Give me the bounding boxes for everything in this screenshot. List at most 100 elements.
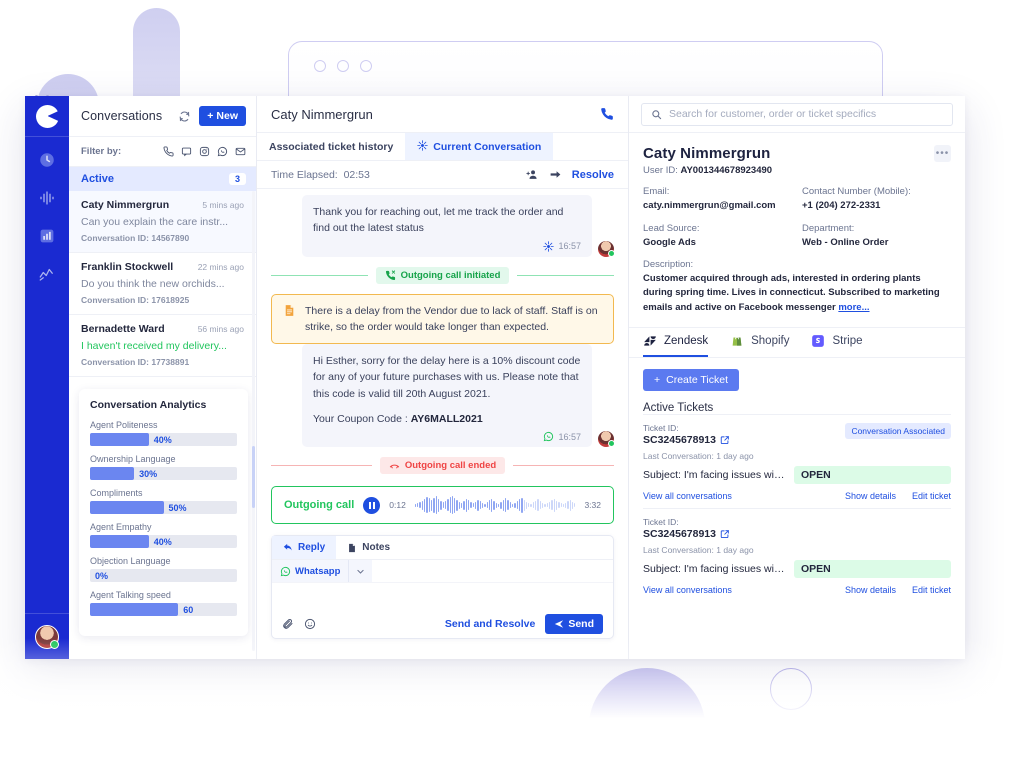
active-filter-row[interactable]: Active 3 [69, 167, 256, 191]
metric-bar: 60 [90, 603, 237, 616]
stripe-icon [811, 334, 825, 348]
list-item[interactable]: Caty Nimmergrun 5 mins ago Can you expla… [69, 191, 256, 253]
refresh-icon[interactable] [178, 110, 191, 123]
integration-label: Zendesk [664, 335, 709, 348]
channel-chip[interactable]: Whatsapp [272, 560, 350, 583]
phone-icon[interactable] [163, 146, 174, 157]
phone-icon[interactable] [600, 107, 614, 121]
bar-chart-icon[interactable] [36, 225, 58, 247]
chat-icon[interactable] [181, 146, 192, 157]
tab-reply[interactable]: Reply [272, 536, 337, 560]
conversation-name: Franklin Stockwell [81, 261, 174, 273]
description-text: Customer acquired through ads, intereste… [643, 272, 940, 313]
conversations-scrollbar[interactable] [252, 191, 255, 651]
tab-current-conversation[interactable]: Current Conversation [405, 133, 554, 160]
avatar [598, 240, 615, 257]
active-label: Active [81, 173, 115, 185]
mail-icon[interactable] [235, 146, 246, 157]
ticket-id-label: Ticket ID: [643, 516, 679, 527]
instagram-icon[interactable] [199, 146, 210, 157]
show-details-link[interactable]: Show details [845, 491, 896, 501]
show-details-link[interactable]: Show details [845, 585, 896, 595]
edit-ticket-link[interactable]: Edit ticket [912, 585, 951, 595]
channel-selector[interactable]: Whatsapp [272, 560, 613, 584]
analytics-metric: Objection Language 0% [90, 556, 237, 582]
send-and-resolve-button[interactable]: Send and Resolve [326, 618, 535, 630]
whatsapp-icon[interactable] [217, 146, 228, 157]
chat-tabs: Associated ticket history Current Conver… [257, 133, 628, 161]
forward-arrow-icon[interactable] [549, 168, 562, 181]
chat-header: Caty Nimmergrun [257, 96, 628, 133]
list-item[interactable]: Franklin Stockwell 22 mins ago Do you th… [69, 253, 256, 315]
tab-associated-ticket-history[interactable]: Associated ticket history [257, 133, 405, 160]
tab-label: Associated ticket history [269, 140, 394, 153]
metric-bar: 40% [90, 433, 237, 446]
message-text: Hi Esther, sorry for the delay here is a… [313, 355, 581, 400]
send-button[interactable]: Send [545, 614, 603, 635]
message-composer: Reply Notes Whatsapp Send and Resolve Se… [271, 535, 614, 640]
whatsapp-icon: I haven't received my delivery... [81, 340, 227, 352]
ticket-card: Ticket ID: SC3245678913 Last Conversatio… [643, 507, 951, 602]
deco-dot [314, 60, 326, 72]
rail-user-avatar[interactable] [25, 613, 69, 659]
tab-stripe[interactable]: Stripe [811, 328, 863, 357]
call-recording-player[interactable]: Outgoing call 0:12 3:32 [271, 486, 614, 525]
message-input[interactable] [272, 583, 613, 610]
waveform[interactable] [414, 494, 576, 516]
conversation-time: 22 mins ago [197, 262, 244, 272]
create-ticket-label: Create Ticket [666, 373, 728, 386]
customer-panel: Search for customer, order or ticket spe… [629, 96, 965, 659]
more-options-icon[interactable]: ••• [934, 145, 951, 162]
metric-label: Ownership Language [90, 454, 176, 464]
resolve-button[interactable]: Resolve [572, 169, 614, 181]
tab-shopify[interactable]: Shopify [730, 328, 789, 357]
paperclip-icon[interactable] [282, 618, 294, 630]
zendesk-icon [643, 334, 657, 348]
player-current-time: 0:12 [389, 500, 406, 511]
waveform-icon[interactable] [36, 187, 58, 209]
brand-logo[interactable] [25, 96, 69, 137]
ticket-last-conversation: Last Conversation: 1 day ago [643, 544, 754, 555]
external-link-icon[interactable] [720, 435, 730, 445]
analytics-metric: Agent Empathy 40% [90, 522, 237, 548]
chat-customer-name: Caty Nimmergrun [271, 106, 373, 122]
new-conversation-button[interactable]: + New [199, 106, 246, 126]
deco-window-dots [314, 60, 372, 72]
chevron-down-icon[interactable] [349, 560, 373, 583]
call-ended-icon [389, 460, 400, 471]
emoji-icon[interactable] [304, 618, 316, 630]
external-link-icon[interactable] [720, 529, 730, 539]
coupon-line: Your Coupon Code : AY6MALL2021 [313, 411, 581, 427]
description-more-link[interactable]: more... [838, 302, 869, 313]
metric-value: 50% [168, 502, 187, 513]
view-all-conversations-link[interactable]: View all conversations [643, 491, 845, 501]
create-ticket-button[interactable]: + Create Ticket [643, 368, 739, 391]
conversations-title: Conversations [81, 109, 163, 123]
add-user-icon[interactable] [526, 168, 539, 181]
integration-tabs: Zendesk Shopify Stripe [629, 328, 965, 358]
clock-icon[interactable] [36, 149, 58, 171]
message-time: 16:57 [558, 241, 581, 252]
user-id-value: AY001344678923490 [680, 165, 773, 176]
edit-ticket-link[interactable]: Edit ticket [912, 491, 951, 501]
list-item[interactable]: Bernadette Ward 56 mins ago I haven't re… [69, 315, 256, 377]
send-label: Send [568, 618, 594, 631]
trend-line-icon[interactable] [36, 263, 58, 285]
conversation-name: Caty Nimmergrun [81, 199, 170, 211]
field-value: Web - Online Order [802, 236, 889, 248]
search-input[interactable]: Search for customer, order or ticket spe… [641, 102, 953, 126]
new-conversation-label: New [216, 110, 238, 122]
pause-icon[interactable] [363, 496, 381, 514]
call-outgoing-icon [385, 269, 396, 281]
metric-bar: 50% [90, 501, 237, 514]
tab-notes[interactable]: Notes [336, 536, 401, 559]
view-all-conversations-link[interactable]: View all conversations [643, 585, 845, 595]
avatar [598, 431, 615, 448]
composer-footer: Send and Resolve Send [272, 610, 613, 638]
ticket-id-value: SC3245678913 [643, 433, 716, 446]
tab-label: Notes [362, 542, 391, 554]
metric-value: 0% [95, 570, 109, 581]
filter-label: Filter by: [81, 146, 122, 157]
tab-zendesk[interactable]: Zendesk [643, 328, 709, 357]
messenger-icon: Can you explain the care instr... [81, 216, 229, 228]
